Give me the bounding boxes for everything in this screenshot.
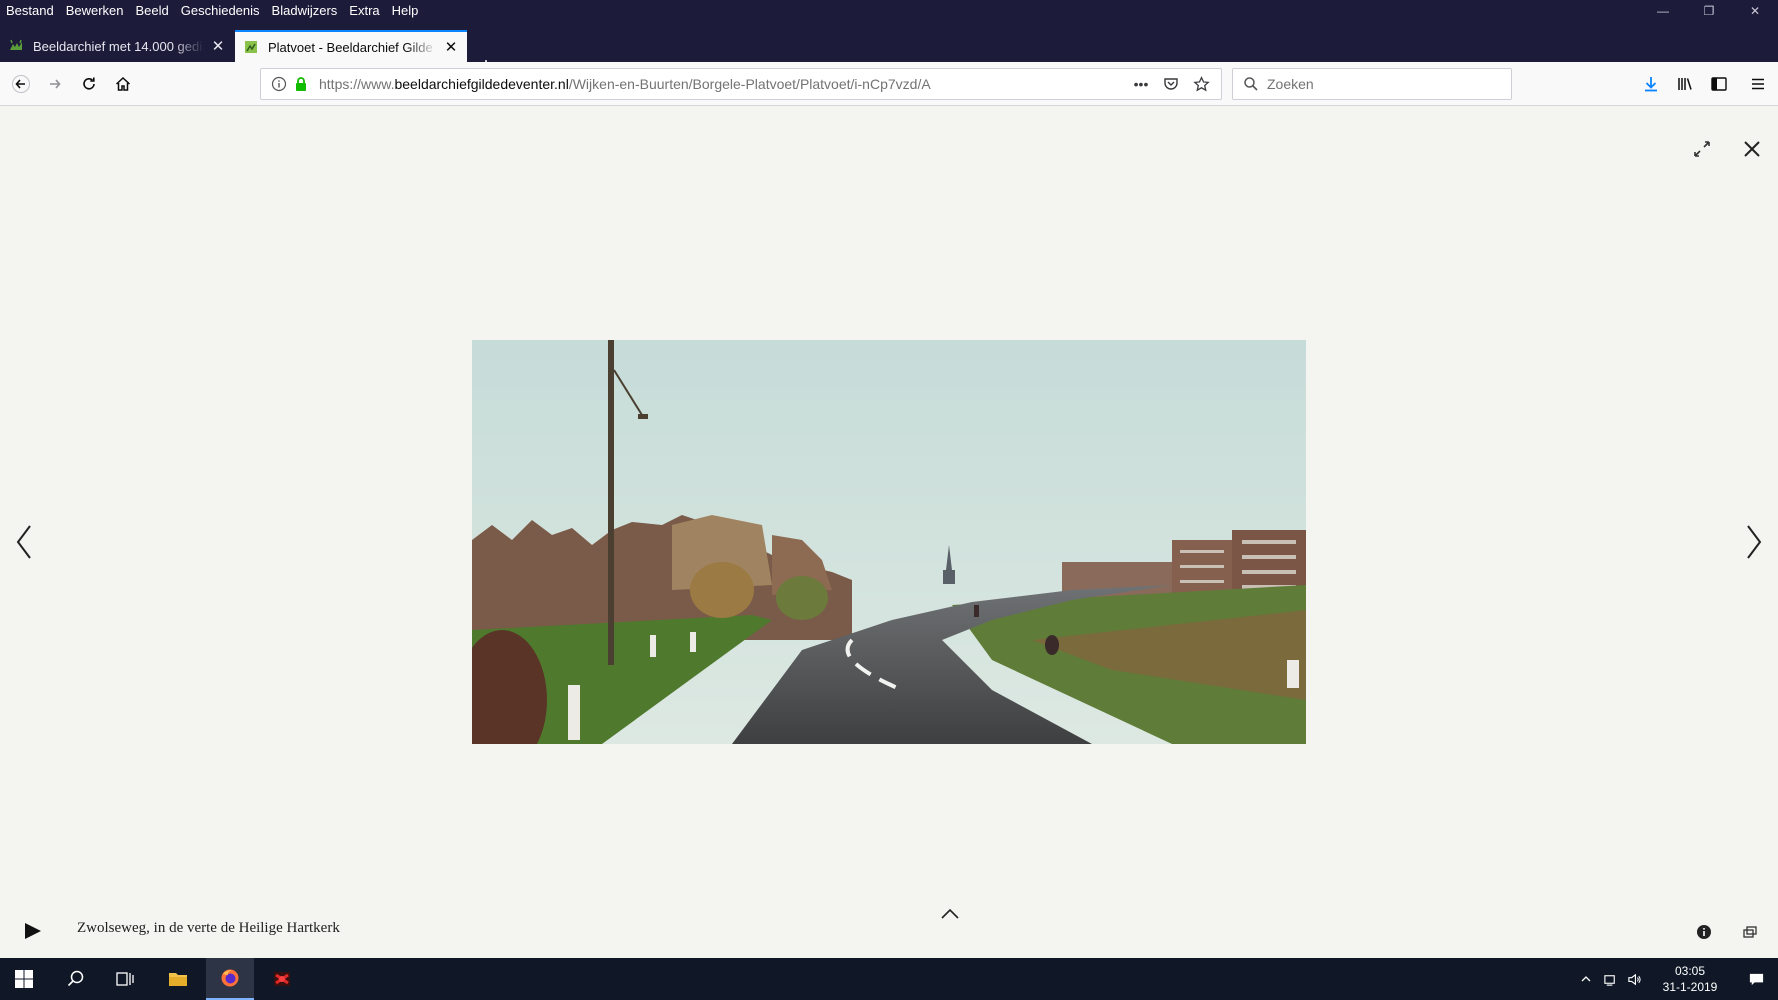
download-arrow-icon: [1645, 77, 1657, 92]
hamburger-menu-icon: [1752, 78, 1764, 90]
menu-bladwijzers[interactable]: Bladwijzers: [266, 0, 344, 22]
downloads-button[interactable]: [1635, 68, 1667, 100]
chevron-up-icon: [1581, 976, 1591, 982]
window-controls: — ❐ ✕: [1640, 0, 1778, 22]
home-button[interactable]: [107, 68, 139, 100]
url-domain: beeldarchiefgildedeventer.nl: [394, 76, 569, 92]
tab-strip: Beeldarchief met 14.000 gedigitaliseerde…: [0, 22, 1778, 78]
task-view-button[interactable]: [101, 958, 149, 1000]
chevron-up-icon[interactable]: [938, 906, 962, 922]
show-hidden-icons[interactable]: [1574, 958, 1598, 1000]
url-bar[interactable]: https://www.beeldarchiefgildedeventer.nl…: [260, 68, 1222, 100]
windows-taskbar: 03:05 31-1-2019: [0, 958, 1778, 1000]
search-icon: [67, 970, 84, 987]
system-tray: 03:05 31-1-2019: [1574, 958, 1778, 1000]
forward-button[interactable]: [39, 68, 71, 100]
firefox-icon: [221, 969, 239, 987]
back-arrow-icon: [12, 75, 30, 93]
sidebar-icon: [1711, 77, 1727, 91]
menu-help[interactable]: Help: [386, 0, 425, 22]
tab-beeldarchief[interactable]: Beeldarchief met 14.000 gedigitaliseerde…: [0, 30, 234, 62]
menu-extra[interactable]: Extra: [343, 0, 385, 22]
clock-time: 03:05: [1674, 964, 1706, 978]
search-input[interactable]: [1267, 76, 1497, 92]
url-text[interactable]: https://www.beeldarchiefgildedeventer.nl…: [319, 76, 1131, 92]
photo-zwolseweg: [472, 340, 1306, 744]
share-icon[interactable]: [1742, 924, 1758, 940]
search-taskbar-button[interactable]: [52, 958, 100, 1000]
photo-caption: Zwolseweg, in de verte de Heilige Hartke…: [77, 920, 340, 936]
network-icon[interactable]: [1598, 958, 1622, 1000]
search-icon: [1244, 77, 1258, 91]
lock-icon: [296, 77, 306, 91]
page-actions-icon[interactable]: •••: [1131, 74, 1151, 94]
reload-button[interactable]: [73, 68, 105, 100]
url-path: /Wijken-en-Buurten/Borgele-Platvoet/Plat…: [568, 76, 931, 92]
photo-info-icon[interactable]: [1696, 924, 1712, 940]
start-button[interactable]: [0, 958, 48, 1000]
notification-icon: [1749, 973, 1763, 985]
action-center-button[interactable]: [1734, 958, 1778, 1000]
windows-logo-icon: [15, 970, 33, 988]
menu-geschiedenis[interactable]: Geschiedenis: [175, 0, 266, 22]
menu-bestand[interactable]: Bestand: [0, 0, 60, 22]
photo-image: [472, 340, 1306, 744]
info-icon[interactable]: [271, 76, 287, 92]
previous-arrow-icon[interactable]: [12, 520, 36, 564]
deer-logo-icon: [10, 39, 22, 50]
url-actions: •••: [1131, 74, 1211, 94]
bookmark-star-icon[interactable]: [1191, 74, 1211, 94]
tab-platvoet[interactable]: Platvoet - Beeldarchief Gilde Deventer ✕: [235, 30, 467, 62]
play-slideshow-icon[interactable]: [20, 919, 44, 943]
library-button[interactable]: [1669, 68, 1701, 100]
menu-button[interactable]: [1742, 68, 1774, 100]
navigation-toolbar: https://www.beeldarchiefgildedeventer.nl…: [0, 62, 1778, 106]
clock[interactable]: 03:05 31-1-2019: [1652, 963, 1728, 995]
home-icon: [115, 76, 131, 91]
site-favicon-icon: [245, 41, 257, 53]
close-icon[interactable]: [1740, 137, 1764, 161]
sidebar-button[interactable]: [1703, 68, 1735, 100]
minimize-button[interactable]: —: [1640, 0, 1686, 22]
recorder-app-icon: [274, 972, 290, 986]
restore-button[interactable]: ❐: [1686, 0, 1732, 22]
menu-bewerken[interactable]: Bewerken: [60, 0, 130, 22]
back-button[interactable]: [5, 68, 37, 100]
firefox-taskbar-button[interactable]: [206, 958, 254, 1000]
menubar: Bestand Bewerken Beeld Geschiedenis Blad…: [0, 0, 1778, 22]
url-prefix: https://www.: [319, 76, 395, 92]
volume-icon[interactable]: [1622, 958, 1646, 1000]
menu-beeld[interactable]: Beeld: [130, 0, 175, 22]
close-tab-icon[interactable]: ✕: [443, 39, 459, 56]
tab-title: Beeldarchief met 14.000 gedigitaliseerde: [33, 38, 204, 54]
forward-arrow-icon: [50, 79, 61, 89]
close-tab-icon[interactable]: ✕: [210, 38, 226, 55]
folder-icon: [169, 973, 187, 986]
pocket-icon[interactable]: [1161, 74, 1181, 94]
clock-date: 31-1-2019: [1662, 980, 1718, 994]
tab-title: Platvoet - Beeldarchief Gilde Deventer: [268, 39, 437, 55]
library-icon: [1678, 78, 1692, 90]
app-taskbar-button[interactable]: [258, 958, 306, 1000]
reload-icon: [83, 77, 95, 90]
search-bar[interactable]: [1232, 68, 1512, 100]
close-window-button[interactable]: ✕: [1732, 0, 1778, 22]
file-explorer-button[interactable]: [154, 958, 202, 1000]
fullscreen-icon[interactable]: [1690, 137, 1714, 161]
next-arrow-icon[interactable]: [1742, 520, 1766, 564]
task-view-icon: [116, 972, 134, 986]
